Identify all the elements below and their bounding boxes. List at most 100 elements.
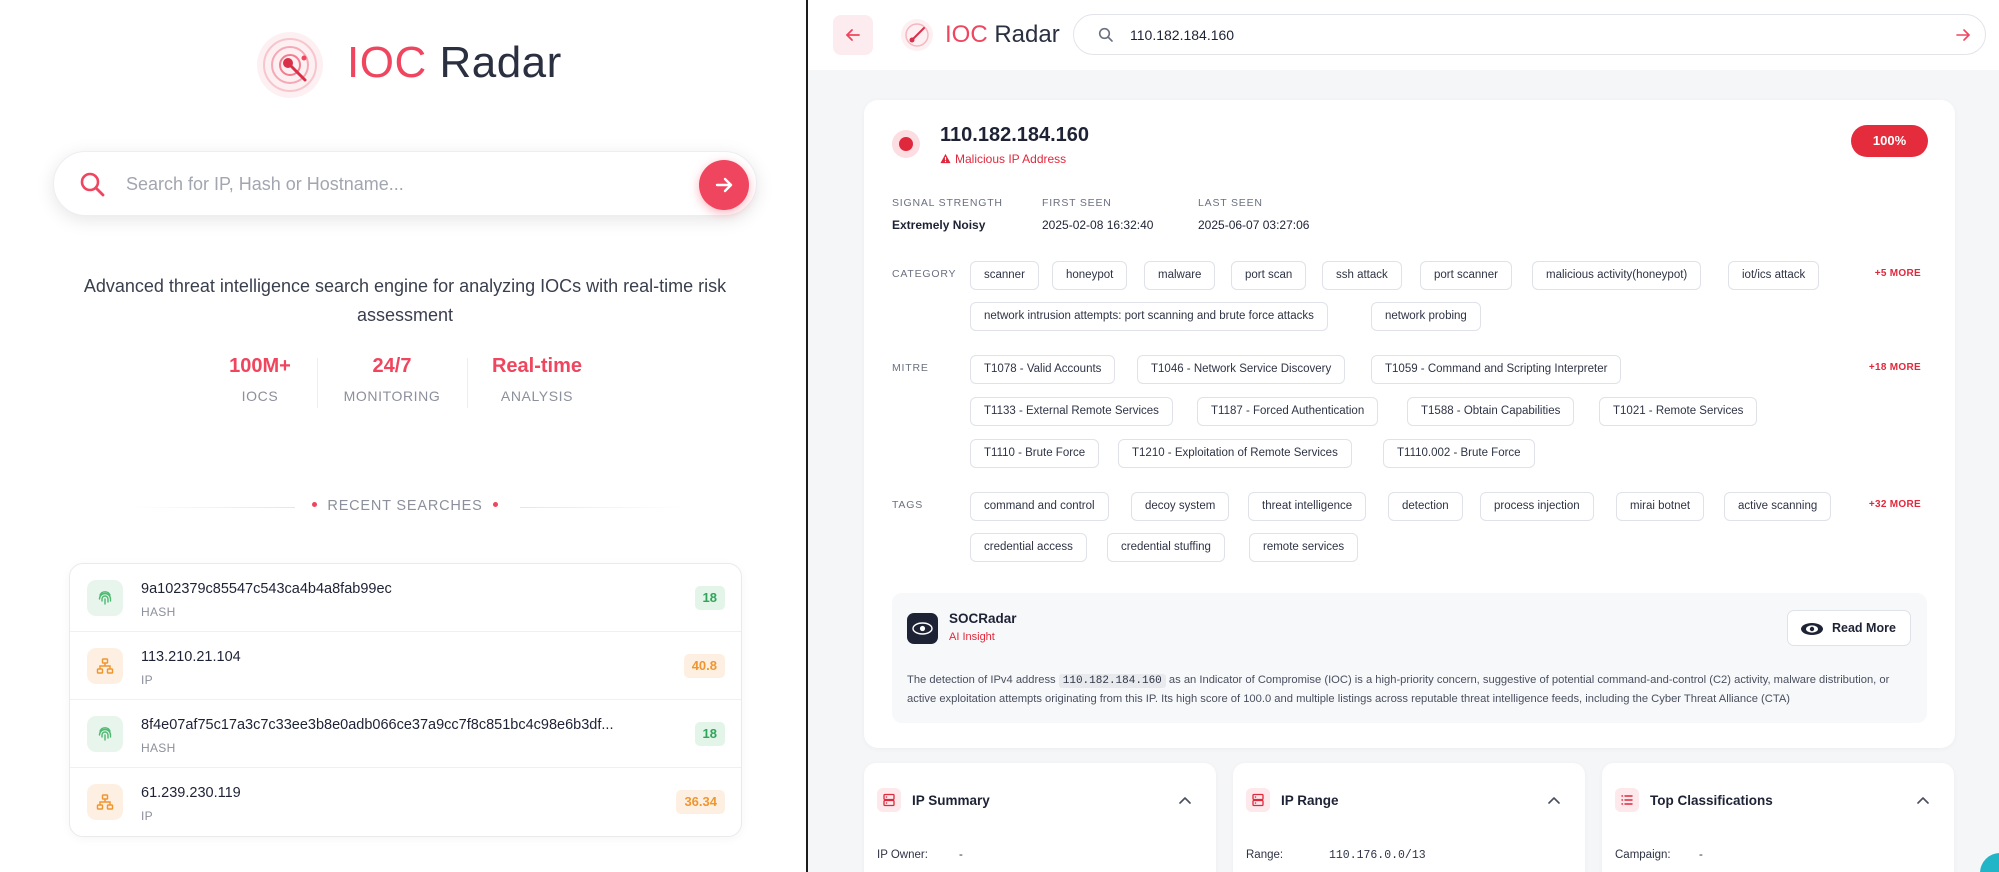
recent-search-type: HASH: [141, 605, 176, 619]
tag-chip[interactable]: remote services: [1249, 533, 1359, 562]
top-search-bar: [1073, 14, 1986, 55]
tag-chip[interactable]: mirai botnet: [1616, 492, 1705, 521]
meta-value: 2025-02-08 16:32:40: [1042, 218, 1154, 232]
meta-value: Extremely Noisy: [892, 218, 986, 232]
mitre-chip[interactable]: T1588 - Obtain Capabilities: [1407, 397, 1575, 426]
search-icon: [1098, 27, 1113, 42]
tag-chip[interactable]: active scanning: [1724, 492, 1832, 521]
tags-more-link[interactable]: +32 MORE: [1869, 499, 1921, 510]
ioc-value: 110.182.184.160: [940, 124, 1090, 146]
tag-chip[interactable]: detection: [1388, 492, 1463, 521]
category-chip[interactable]: ssh attack: [1322, 261, 1402, 290]
tag-chip[interactable]: credential access: [970, 533, 1087, 562]
score-badge: 18: [694, 722, 725, 746]
threat-status-indicator: [892, 130, 920, 158]
meta-label: FIRST SEEN: [1042, 197, 1112, 209]
arrow-right-icon: [715, 177, 733, 193]
stat-label: IOCS: [241, 388, 279, 404]
tag-chip[interactable]: command and control: [970, 492, 1109, 521]
arrow-right-icon[interactable]: [1955, 27, 1971, 43]
category-chip[interactable]: network probing: [1371, 302, 1481, 331]
recent-search-item[interactable]: 9a102379c85547c543ca4b4a8fab99ec HASH 18: [70, 564, 741, 632]
top-bar: IOC Radar: [808, 0, 1999, 70]
brand-title[interactable]: IOC Radar: [945, 21, 1060, 49]
category-chip[interactable]: network intrusion attempts: port scannin…: [970, 302, 1328, 331]
list-icon: [1615, 788, 1639, 812]
home-pane: IOC Radar Advanced threat intelligence s…: [0, 0, 806, 872]
mitre-chip[interactable]: T1059 - Command and Scripting Interprete…: [1371, 355, 1622, 384]
recent-search-item[interactable]: 8f4e07af75c17a3c7c33ee3b8e0adb066ce37a9c…: [70, 700, 741, 768]
recent-search-type: HASH: [141, 741, 176, 755]
mitre-more-link[interactable]: +18 MORE: [1869, 362, 1921, 373]
stat-value: 100M+: [229, 355, 291, 377]
divider: [130, 507, 295, 508]
mitre-chip[interactable]: T1078 - Valid Accounts: [970, 355, 1116, 384]
category-chip[interactable]: malicious activity(honeypot): [1532, 261, 1702, 290]
mitre-chip[interactable]: T1210 - Exploitation of Remote Services: [1118, 439, 1352, 468]
read-more-button[interactable]: Read More: [1787, 610, 1911, 646]
meta-label: SIGNAL STRENGTH: [892, 197, 1003, 209]
ioc-detail-card: 110.182.184.160 Malicious IP Address 100…: [864, 100, 1955, 748]
meta-label: LAST SEEN: [1198, 197, 1263, 209]
top-search-input[interactable]: [1130, 24, 1910, 46]
ai-insight-panel: SOCRadar AI Insight Read More The detect…: [892, 593, 1927, 723]
category-chip[interactable]: scanner: [970, 261, 1039, 290]
ip-code: 110.182.184.160: [1058, 674, 1166, 688]
recent-search-type: IP: [141, 809, 153, 823]
mitre-chip[interactable]: T1046 - Network Service Discovery: [1137, 355, 1346, 384]
tags-heading: TAGS: [892, 499, 924, 511]
tag-chip[interactable]: threat intelligence: [1248, 492, 1367, 521]
stat-value: 24/7: [372, 355, 412, 377]
category-chip[interactable]: port scanner: [1420, 261, 1512, 290]
fingerprint-icon: [87, 580, 123, 616]
field-value: -: [959, 849, 963, 861]
panel-title: IP Summary: [912, 793, 990, 808]
eye-icon: [1801, 623, 1823, 635]
category-more-link[interactable]: +5 MORE: [1875, 268, 1921, 279]
tag-chip[interactable]: decoy system: [1131, 492, 1230, 521]
arrow-left-icon: [846, 29, 860, 41]
panel-title: Top Classifications: [1650, 793, 1773, 808]
network-icon: [87, 784, 123, 820]
field-label: Range:: [1246, 849, 1284, 861]
mitre-chip[interactable]: T1110.002 - Brute Force: [1383, 439, 1535, 468]
stat-label: ANALYSIS: [500, 388, 574, 404]
recent-search-item[interactable]: 113.210.21.104 IP 40.8: [70, 632, 741, 700]
network-icon: [87, 648, 123, 684]
chat-fab-button[interactable]: [1980, 853, 1999, 872]
recent-searches-heading: RECENT SEARCHES: [300, 498, 510, 514]
main-search-input[interactable]: [126, 168, 666, 200]
stat-monitoring: 24/7 MONITORING: [332, 355, 452, 404]
main-search-bar: [53, 151, 757, 216]
mitre-chip[interactable]: T1187 - Forced Authentication: [1197, 397, 1379, 426]
mitre-chip[interactable]: T1110 - Brute Force: [970, 439, 1100, 468]
chevron-up-icon[interactable]: [1548, 796, 1560, 804]
ai-provider-name: SOCRadar: [949, 611, 1017, 626]
meta-value: 2025-06-07 03:27:06: [1198, 218, 1310, 232]
recent-search-value: 9a102379c85547c543ca4b4a8fab99ec: [141, 581, 392, 597]
tag-chip[interactable]: process injection: [1480, 492, 1594, 521]
mitre-chip[interactable]: T1021 - Remote Services: [1599, 397, 1758, 426]
ai-provider-subtitle: AI Insight: [949, 631, 995, 643]
field-value: 110.176.0.0/13: [1329, 849, 1426, 862]
app-root: IOC Radar Advanced threat intelligence s…: [0, 0, 1999, 872]
tag-chip[interactable]: credential stuffing: [1107, 533, 1225, 562]
results-pane: IOC Radar 110.182.184.160 Malicious IP A…: [808, 0, 1999, 872]
category-chip[interactable]: honeypot: [1052, 261, 1128, 290]
search-icon: [80, 172, 105, 197]
radar-logo-icon: [900, 18, 934, 52]
ip-range-panel: IP Range Range: 110.176.0.0/13: [1233, 763, 1585, 872]
server-icon: [1246, 788, 1270, 812]
recent-search-value: 8f4e07af75c17a3c7c33ee3b8e0adb066ce37a9c…: [141, 717, 614, 733]
back-button[interactable]: [833, 15, 873, 55]
category-chip[interactable]: port scan: [1231, 261, 1307, 290]
chevron-up-icon[interactable]: [1179, 796, 1191, 804]
mitre-chip[interactable]: T1133 - External Remote Services: [970, 397, 1173, 426]
chevron-up-icon[interactable]: [1917, 796, 1929, 804]
category-chip[interactable]: iot/ics attack: [1728, 261, 1820, 290]
radar-logo-icon: [255, 30, 325, 100]
search-submit-button[interactable]: [699, 160, 749, 210]
ioc-classification: Malicious IP Address: [940, 152, 1066, 166]
recent-search-item[interactable]: 61.239.230.119 IP 36.34: [70, 768, 741, 836]
category-chip[interactable]: malware: [1144, 261, 1216, 290]
